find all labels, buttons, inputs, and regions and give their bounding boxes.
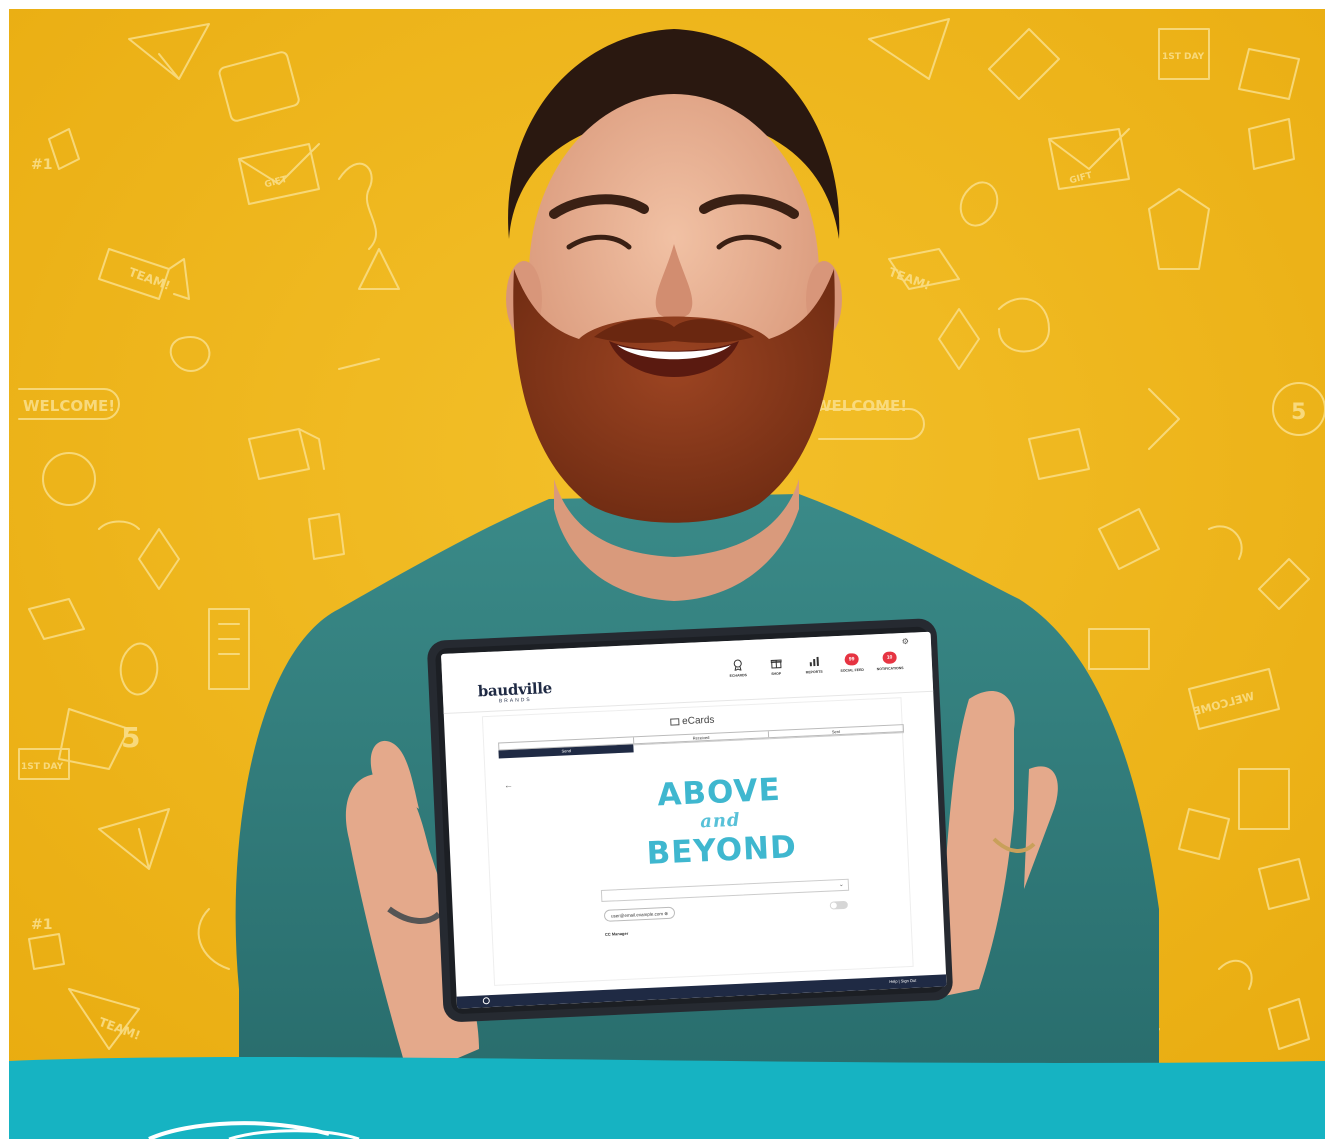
chart-icon xyxy=(807,655,820,668)
baudville-logo: baudville BRANDS xyxy=(477,679,553,705)
award-icon xyxy=(732,658,745,671)
envelope-icon xyxy=(670,718,680,726)
nav-item-echards[interactable]: ECHARDS xyxy=(724,658,753,678)
nav-item-notifications[interactable]: 10 NOTIFICATIONS xyxy=(875,651,904,671)
doodle-number-one-2: #1 xyxy=(31,917,52,933)
cc-toggle[interactable] xyxy=(829,900,848,910)
photo-scene: WELCOME! WELCOME! TEAM! TEAM! TEAM! GIFT… xyxy=(9,9,1325,1139)
footer-links[interactable]: Help | Sign Out xyxy=(889,978,916,984)
doodle-five-1: 5 xyxy=(121,721,140,754)
doodle-first-day-2: 1ST DAY xyxy=(21,762,64,772)
tablet-screen: baudville BRANDS ⚙ ECHARDS SHOP REPORTS … xyxy=(441,631,947,1009)
ecards-panel: eCards Received Sent Send ← ABOVE and BE… xyxy=(481,697,914,986)
tablet-nav: ECHARDS SHOP REPORTS 99 SOCIAL FEED 10 N… xyxy=(724,651,905,678)
chevron-down-icon: ⌄ xyxy=(838,881,845,889)
doodle-number-one-1: #1 xyxy=(31,157,52,173)
gear-icon[interactable]: ⚙ xyxy=(902,637,910,646)
doodle-welcome-left: WELCOME! xyxy=(23,397,115,415)
nav-item-reports[interactable]: REPORTS xyxy=(799,654,828,674)
social-feed-badge: 99 xyxy=(844,653,859,666)
footer-logo-icon xyxy=(482,997,490,1005)
doodle-first-day-1: 1ST DAY xyxy=(1162,52,1205,62)
ecard-image[interactable]: ABOVE and BEYOND xyxy=(595,747,846,888)
cc-manager-label: CC Manager xyxy=(604,930,629,937)
back-arrow-icon[interactable]: ← xyxy=(504,780,513,790)
recipient-chip[interactable]: user@email.example.com ⊗ xyxy=(603,906,676,922)
doodle-welcome-right: WELCOME! xyxy=(815,397,907,415)
notifications-badge: 10 xyxy=(882,651,897,664)
gift-icon xyxy=(769,657,782,670)
recipient-row: user@email.example.com ⊗ xyxy=(603,899,852,924)
nav-item-social-feed[interactable]: 99 SOCIAL FEED xyxy=(837,653,866,673)
nav-item-shop[interactable]: SHOP xyxy=(761,656,790,676)
doodle-five-2: 5 xyxy=(1291,400,1306,425)
